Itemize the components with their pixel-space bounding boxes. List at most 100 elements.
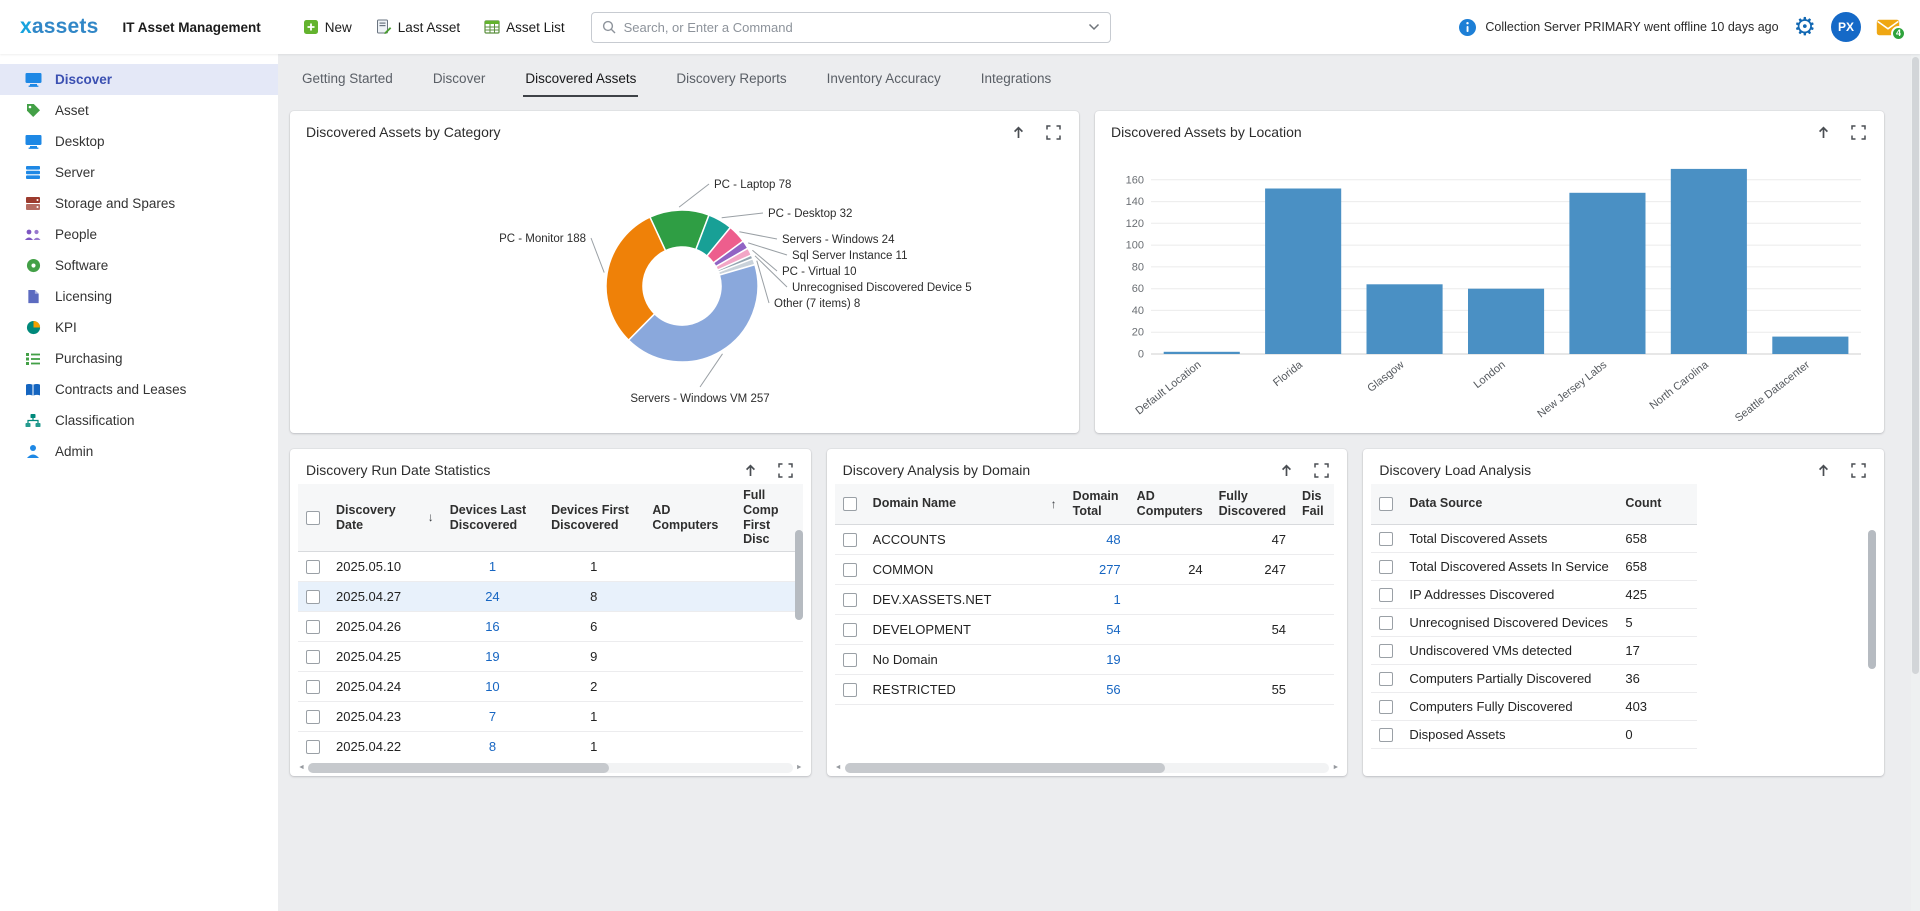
tab-discovery-reports[interactable]: Discovery Reports (674, 64, 788, 97)
cell-link[interactable]: 1 (1113, 592, 1120, 607)
row-checkbox[interactable] (843, 593, 857, 607)
table-row[interactable]: 2025.04.26166 (298, 612, 803, 642)
app-logo[interactable]: xassets (20, 15, 98, 39)
cell-link[interactable]: 56 (1106, 682, 1120, 697)
vertical-scrollbar-thumb[interactable] (1868, 530, 1876, 669)
last-asset-button[interactable]: Last Asset (374, 15, 462, 39)
expand-icon[interactable] (778, 463, 793, 478)
horizontal-scrollbar[interactable]: ◄► (298, 762, 803, 773)
bar-london[interactable] (1468, 289, 1544, 354)
table-row[interactable]: COMMON27724247 (835, 554, 1334, 584)
bar-seattle-datacenter[interactable] (1772, 337, 1848, 354)
row-checkbox[interactable] (306, 590, 320, 604)
sidebar-item-people[interactable]: People (0, 219, 278, 250)
cell-link[interactable]: 48 (1106, 532, 1120, 547)
table-row[interactable]: IP Addresses Discovered425 (1371, 580, 1697, 608)
tab-discovered-assets[interactable]: Discovered Assets (523, 64, 638, 97)
export-icon[interactable] (1011, 125, 1026, 140)
sidebar-item-discover[interactable]: Discover (0, 64, 278, 95)
tab-inventory-accuracy[interactable]: Inventory Accuracy (825, 64, 943, 97)
expand-icon[interactable] (1314, 463, 1329, 478)
row-checkbox[interactable] (1379, 672, 1393, 686)
table-row[interactable]: Unrecognised Discovered Devices5 (1371, 608, 1697, 636)
table-row[interactable]: Computers Partially Discovered36 (1371, 664, 1697, 692)
cell-link[interactable]: 19 (1106, 652, 1120, 667)
sidebar-item-asset[interactable]: Asset (0, 95, 278, 126)
export-icon[interactable] (1816, 125, 1831, 140)
expand-icon[interactable] (1851, 125, 1866, 140)
column-header-domain-name[interactable]: Domain Name↑ (865, 484, 1065, 524)
table-row[interactable]: Total Discovered Assets658 (1371, 524, 1697, 552)
new-button[interactable]: New (301, 15, 354, 39)
horizontal-scrollbar[interactable]: ◄► (835, 762, 1340, 773)
row-checkbox[interactable] (306, 740, 320, 754)
table-row[interactable]: 2025.04.24102 (298, 672, 803, 702)
cell-link[interactable]: 7 (489, 709, 496, 724)
row-checkbox[interactable] (843, 683, 857, 697)
table-row[interactable]: Computers Fully Discovered403 (1371, 692, 1697, 720)
row-checkbox[interactable] (1379, 560, 1393, 574)
page-scrollbar[interactable] (1911, 54, 1920, 911)
gear-icon[interactable]: ⚙ (1794, 15, 1816, 40)
row-checkbox[interactable] (843, 533, 857, 547)
select-all-checkbox[interactable] (843, 497, 857, 511)
chevron-down-icon[interactable] (1088, 23, 1100, 31)
cell-link[interactable]: 24 (485, 589, 499, 604)
table-row[interactable]: RESTRICTED5655 (835, 674, 1334, 704)
select-all-checkbox[interactable] (1379, 497, 1393, 511)
row-checkbox[interactable] (1379, 644, 1393, 658)
cell-link[interactable]: 8 (489, 739, 496, 754)
table-row[interactable]: Total Discovered Assets In Service658 (1371, 552, 1697, 580)
command-search[interactable] (591, 12, 1111, 43)
column-header-fully-discovered[interactable]: Fully Discovered (1211, 484, 1294, 524)
row-checkbox[interactable] (843, 563, 857, 577)
column-header-domain-total[interactable]: Domain Total (1065, 484, 1129, 524)
sidebar-item-licensing[interactable]: Licensing (0, 281, 278, 312)
row-checkbox[interactable] (1379, 728, 1393, 742)
column-header-devices-first-discovered[interactable]: Devices First Discovered (543, 484, 644, 552)
row-checkbox[interactable] (1379, 700, 1393, 714)
column-header-data-source[interactable]: Data Source (1401, 484, 1617, 524)
horizontal-scrollbar-thumb[interactable] (845, 763, 1165, 773)
table-row[interactable]: DEVELOPMENT5454 (835, 614, 1334, 644)
info-icon[interactable] (1458, 18, 1477, 37)
sidebar-item-storage-and-spares[interactable]: Storage and Spares (0, 188, 278, 219)
table-row[interactable]: 2025.04.2371 (298, 702, 803, 732)
table-row[interactable]: 2025.04.25199 (298, 642, 803, 672)
column-header-dis-fail[interactable]: Dis Fail (1294, 484, 1334, 524)
row-checkbox[interactable] (306, 710, 320, 724)
column-header-count[interactable]: Count (1617, 484, 1681, 524)
scroll-right-arrow[interactable]: ► (1332, 764, 1339, 771)
tab-integrations[interactable]: Integrations (979, 64, 1054, 97)
sidebar-item-contracts-and-leases[interactable]: Contracts and Leases (0, 374, 278, 405)
cell-link[interactable]: 1 (489, 559, 496, 574)
page-scrollbar-thumb[interactable] (1912, 57, 1919, 674)
bar-north-carolina[interactable] (1671, 169, 1747, 354)
row-checkbox[interactable] (1379, 532, 1393, 546)
scroll-left-arrow[interactable]: ◄ (298, 764, 305, 771)
cell-link[interactable]: 277 (1099, 562, 1121, 577)
tab-getting-started[interactable]: Getting Started (300, 64, 395, 97)
scroll-right-arrow[interactable]: ► (796, 764, 803, 771)
export-icon[interactable] (1279, 463, 1294, 478)
bar-new-jersey-labs[interactable] (1569, 193, 1645, 354)
row-checkbox[interactable] (843, 623, 857, 637)
table-row[interactable]: No Domain19 (835, 644, 1334, 674)
row-checkbox[interactable] (843, 653, 857, 667)
mail-icon[interactable]: 4 (1876, 19, 1900, 36)
bar-glasgow[interactable] (1367, 284, 1443, 354)
table-row[interactable]: ACCOUNTS4847 (835, 524, 1334, 554)
sidebar-item-kpi[interactable]: KPI (0, 312, 278, 343)
vertical-scrollbar[interactable] (795, 528, 803, 752)
bar-default-location[interactable] (1164, 352, 1240, 354)
sidebar-item-admin[interactable]: Admin (0, 436, 278, 467)
sidebar-item-server[interactable]: Server (0, 157, 278, 188)
horizontal-scrollbar-thumb[interactable] (308, 763, 609, 773)
row-checkbox[interactable] (306, 680, 320, 694)
sidebar-item-software[interactable]: Software (0, 250, 278, 281)
row-checkbox[interactable] (306, 650, 320, 664)
row-checkbox[interactable] (306, 560, 320, 574)
select-all-checkbox[interactable] (306, 511, 320, 525)
vertical-scrollbar[interactable] (1868, 528, 1876, 752)
tab-discover[interactable]: Discover (431, 64, 488, 97)
